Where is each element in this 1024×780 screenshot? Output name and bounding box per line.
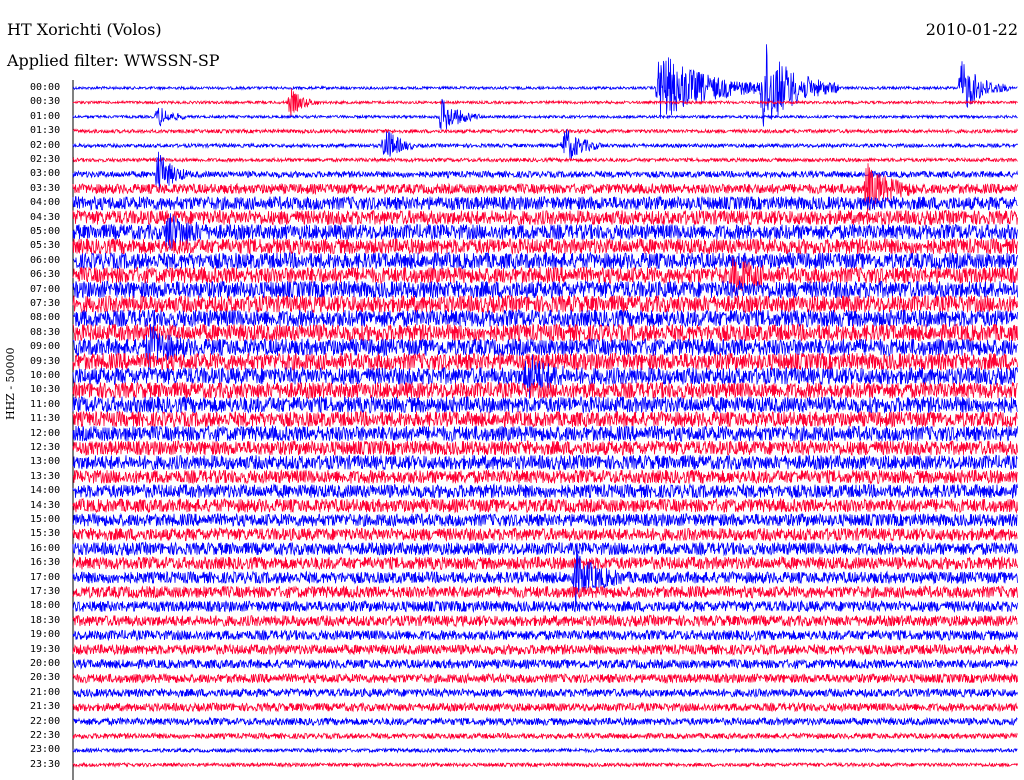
record-date: 2010-01-22	[925, 20, 1018, 39]
time-tick-label: 05:00	[30, 226, 61, 237]
time-tick-label: 00:30	[30, 96, 61, 108]
trace-row-1230	[72, 439, 1018, 456]
trace-row-0800	[72, 309, 1018, 329]
trace-row-2200	[72, 716, 1018, 727]
time-tick-label: 19:00	[30, 629, 61, 641]
time-tick-label: 18:00	[30, 600, 61, 612]
trace-row-2130	[72, 701, 1018, 713]
trace-row-0200	[72, 129, 1018, 159]
trace-row-1300	[72, 454, 1018, 471]
time-tick-label: 01:00	[30, 110, 61, 122]
time-tick-label: 16:00	[30, 542, 61, 554]
trace-row-0600	[72, 251, 1018, 271]
trace-row-1530	[72, 526, 1018, 543]
trace-row-0230	[72, 156, 1018, 164]
trace-row-0130	[72, 127, 1018, 135]
time-tick-label: 18:30	[30, 614, 61, 626]
time-tick-label: 12:30	[30, 442, 61, 453]
trace-row-1730	[72, 584, 1018, 600]
time-tick-label: 13:00	[30, 456, 61, 468]
time-tick-label: 17:30	[30, 586, 61, 597]
trace-row-0830	[72, 322, 1018, 343]
trace-row-1500	[72, 512, 1018, 528]
trace-row-0530	[72, 237, 1018, 255]
time-tick-label: 22:30	[30, 730, 61, 741]
time-tick-label: 16:30	[30, 557, 61, 569]
time-tick-label: 20:30	[30, 672, 61, 684]
trace-row-1630	[72, 555, 1018, 571]
time-tick-label: 02:00	[30, 139, 61, 151]
channel-label: HHZ - 50000	[4, 347, 17, 420]
trace-row-1930	[72, 643, 1018, 656]
time-tick-label: 13:30	[30, 470, 61, 482]
time-tick-label: 11:00	[30, 398, 61, 410]
filter-label: Applied filter: WWSSN-SP	[7, 51, 220, 70]
time-tick-label: 10:30	[30, 384, 61, 396]
trace-row-1400	[72, 482, 1018, 500]
time-tick-label: 14:30	[30, 499, 61, 511]
time-tick-label: 09:30	[30, 355, 61, 367]
trace-row-0730	[72, 294, 1018, 315]
time-tick-label: 21:30	[30, 701, 61, 713]
trace-row-1800	[72, 599, 1018, 613]
trace-row-1100	[72, 395, 1018, 414]
trace-row-1830	[72, 614, 1018, 628]
trace-row-2330	[72, 761, 1018, 769]
trace-row-1200	[72, 424, 1018, 443]
trace-row-2100	[72, 687, 1018, 699]
trace-row-2230	[72, 731, 1018, 741]
time-tick-label: 07:00	[30, 283, 61, 295]
trace-row-0030	[72, 88, 1018, 116]
time-tick-label: 14:00	[30, 485, 61, 497]
trace-row-0430	[72, 209, 1018, 227]
time-tick-label: 05:30	[30, 240, 61, 252]
time-tick-label: 12:00	[30, 427, 61, 439]
time-tick-label: 06:00	[30, 254, 61, 266]
time-tick-label: 08:00	[30, 312, 61, 324]
trace-row-0330	[72, 163, 1018, 215]
time-tick-label: 20:00	[30, 658, 61, 669]
time-tick-label: 04:30	[30, 211, 61, 223]
time-tick-label: 02:30	[30, 154, 61, 165]
time-tick-label: 00:00	[30, 82, 61, 93]
trace-row-1600	[72, 541, 1018, 557]
time-tick-label: 17:00	[30, 571, 61, 583]
time-tick-label: 15:30	[30, 528, 61, 540]
time-tick-label: 19:30	[30, 643, 61, 655]
trace-row-2030	[72, 672, 1018, 685]
trace-row-1430	[72, 497, 1018, 514]
station-title: HT Xorichti (Volos)	[7, 20, 162, 39]
trace-row-2000	[72, 658, 1018, 670]
trace-row-1130	[72, 410, 1018, 429]
trace-row-0700	[72, 279, 1018, 299]
time-tick-label: 01:30	[30, 125, 61, 137]
time-tick-label: 15:00	[30, 514, 61, 525]
time-tick-label: 23:00	[30, 744, 61, 756]
time-tick-label: 03:30	[30, 182, 61, 194]
trace-row-1030	[72, 381, 1018, 400]
time-tick-label: 06:30	[30, 269, 61, 281]
time-tick-label: 07:30	[30, 298, 61, 309]
trace-row-0930	[72, 351, 1018, 371]
time-tick-label: 21:00	[30, 686, 61, 698]
helicorder-plot	[72, 44, 1018, 780]
time-tick-label: 03:00	[30, 168, 61, 180]
time-tick-label: 08:30	[30, 326, 61, 338]
trace-row-2300	[72, 747, 1018, 754]
time-tick-label: 09:00	[30, 341, 61, 353]
time-tick-label: 10:00	[30, 370, 61, 381]
time-tick-label: 11:30	[30, 413, 61, 425]
trace-row-1900	[72, 628, 1018, 642]
trace-row-1330	[72, 469, 1018, 485]
time-tick-label: 23:30	[30, 758, 61, 770]
time-tick-label: 04:00	[30, 197, 61, 209]
time-tick-label: 22:00	[30, 715, 61, 727]
